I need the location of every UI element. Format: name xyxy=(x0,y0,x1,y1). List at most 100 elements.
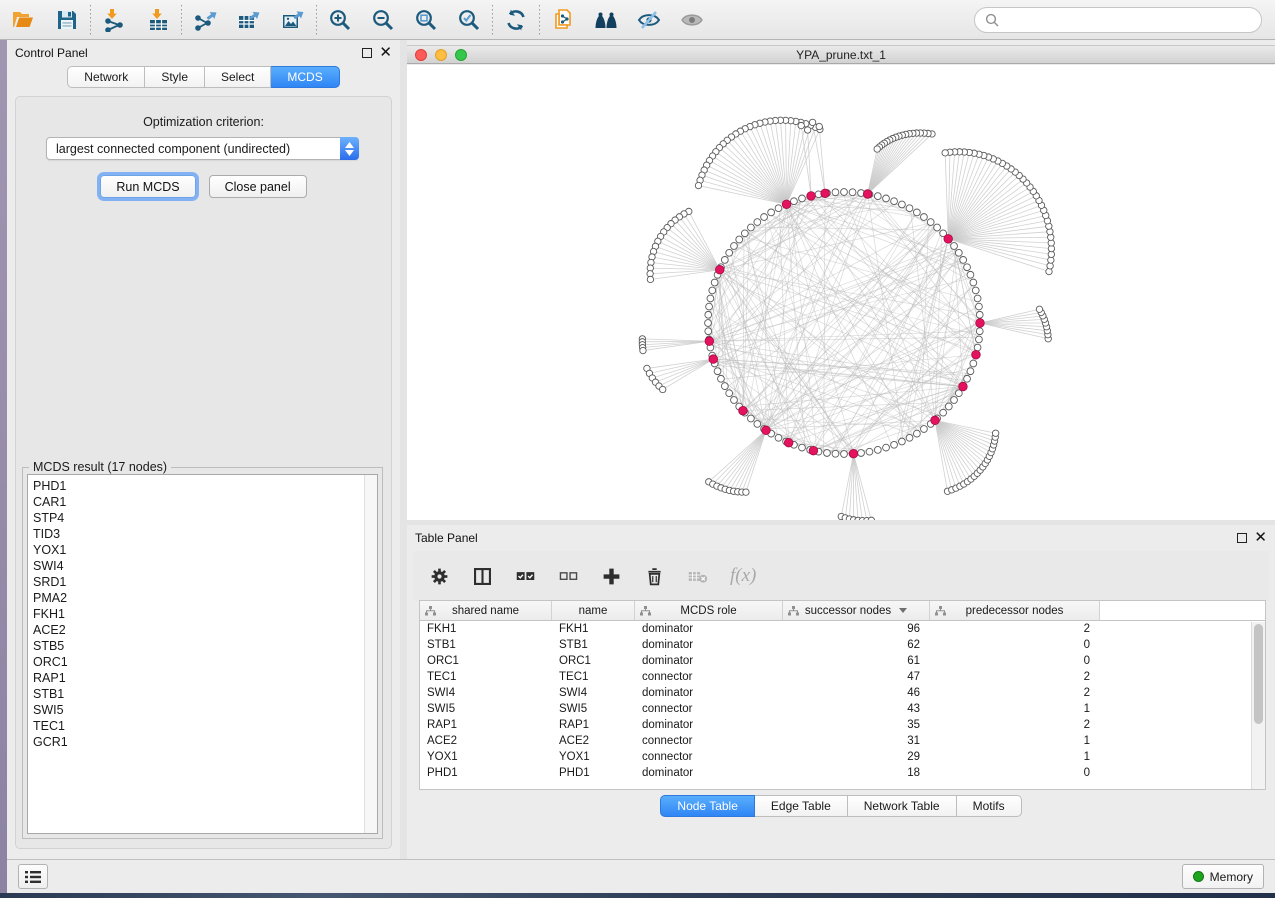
close-table-panel-icon[interactable]: ✕ xyxy=(1254,533,1267,543)
table-scrollbar-thumb[interactable] xyxy=(1254,624,1263,724)
optimization-select[interactable]: largest connected component (undirected) xyxy=(46,137,359,160)
tab-node-table[interactable]: Node Table xyxy=(660,795,755,817)
table-cell[interactable]: dominator xyxy=(635,765,783,781)
search-input[interactable] xyxy=(1005,13,1251,27)
mcds-result-item[interactable]: ACE2 xyxy=(33,622,377,638)
mcds-result-item[interactable]: FKH1 xyxy=(33,606,377,622)
table-cell[interactable]: RAP1 xyxy=(420,717,552,733)
mcds-result-item[interactable]: ORC1 xyxy=(33,654,377,670)
table-cell[interactable]: SWI5 xyxy=(420,701,552,717)
table-cell[interactable]: 0 xyxy=(930,637,1100,653)
tab-style[interactable]: Style xyxy=(145,66,205,88)
mcds-result-item[interactable]: TID3 xyxy=(33,526,377,542)
table-cell[interactable]: dominator xyxy=(635,621,783,637)
table-cell[interactable]: TEC1 xyxy=(552,669,635,685)
mcds-result-item[interactable]: GCR1 xyxy=(33,734,377,750)
table-row[interactable]: ORC1ORC1dominator610 xyxy=(420,653,1265,669)
mcds-result-item[interactable]: CAR1 xyxy=(33,494,377,510)
table-row[interactable]: RAP1RAP1dominator352 xyxy=(420,717,1265,733)
table-cell[interactable]: 0 xyxy=(930,653,1100,669)
float-panel-icon[interactable] xyxy=(362,48,372,58)
table-cell[interactable]: TEC1 xyxy=(420,669,552,685)
table-row[interactable]: SWI4SWI4dominator462 xyxy=(420,685,1265,701)
refresh-icon[interactable] xyxy=(499,4,533,36)
mcds-result-item[interactable]: STB1 xyxy=(33,686,377,702)
run-mcds-button[interactable]: Run MCDS xyxy=(100,175,195,198)
table-cell[interactable]: 31 xyxy=(783,733,930,749)
save-session-icon[interactable] xyxy=(50,4,84,36)
network-canvas[interactable] xyxy=(407,65,1275,520)
table-cell[interactable]: SWI4 xyxy=(552,685,635,701)
table-cell[interactable]: PHD1 xyxy=(552,765,635,781)
tab-select[interactable]: Select xyxy=(205,66,271,88)
column-header-name[interactable]: name xyxy=(552,601,635,621)
zoom-in-icon[interactable] xyxy=(323,4,357,36)
search-field[interactable] xyxy=(974,7,1262,33)
show-columns-icon[interactable] xyxy=(472,566,493,587)
tab-network[interactable]: Network xyxy=(67,66,145,88)
table-cell[interactable]: SWI5 xyxy=(552,701,635,717)
mcds-result-item[interactable]: STB5 xyxy=(33,638,377,654)
table-cell[interactable]: connector xyxy=(635,701,783,717)
network-window-titlebar[interactable]: YPA_prune.txt_1 xyxy=(407,45,1275,64)
delete-column-icon[interactable] xyxy=(644,566,665,587)
table-cell[interactable]: 96 xyxy=(783,621,930,637)
table-cell[interactable]: 47 xyxy=(783,669,930,685)
mcds-result-item[interactable]: PMA2 xyxy=(33,590,377,606)
table-cell[interactable]: RAP1 xyxy=(552,717,635,733)
table-cell[interactable]: 2 xyxy=(930,717,1100,733)
memory-button[interactable]: Memory xyxy=(1182,864,1264,889)
table-cell[interactable]: STB1 xyxy=(420,637,552,653)
first-neighbors-icon[interactable] xyxy=(589,4,623,36)
table-cell[interactable]: 1 xyxy=(930,749,1100,765)
table-cell[interactable]: dominator xyxy=(635,717,783,733)
table-cell[interactable]: connector xyxy=(635,749,783,765)
open-file-icon[interactable] xyxy=(6,4,40,36)
table-cell[interactable]: ACE2 xyxy=(420,733,552,749)
table-cell[interactable]: 2 xyxy=(930,621,1100,637)
table-cell[interactable]: ACE2 xyxy=(552,733,635,749)
table-cell[interactable]: ORC1 xyxy=(552,653,635,669)
close-panel-icon[interactable]: ✕ xyxy=(379,48,392,58)
table-cell[interactable]: 46 xyxy=(783,685,930,701)
zoom-fit-icon[interactable] xyxy=(409,4,443,36)
mcds-result-item[interactable]: STP4 xyxy=(33,510,377,526)
table-cell[interactable]: dominator xyxy=(635,637,783,653)
vertical-splitter[interactable] xyxy=(400,40,407,859)
import-table-icon[interactable] xyxy=(141,4,175,36)
table-cell[interactable]: 62 xyxy=(783,637,930,653)
table-cell[interactable]: 1 xyxy=(930,701,1100,717)
table-cell[interactable]: 35 xyxy=(783,717,930,733)
mcds-result-item[interactable]: SWI4 xyxy=(33,558,377,574)
table-cell[interactable]: ORC1 xyxy=(420,653,552,669)
export-table-icon[interactable] xyxy=(232,4,266,36)
table-cell[interactable]: FKH1 xyxy=(420,621,552,637)
table-cell[interactable]: dominator xyxy=(635,653,783,669)
table-cell[interactable]: SWI4 xyxy=(420,685,552,701)
select-all-icon[interactable] xyxy=(515,566,536,587)
table-cell[interactable]: STB1 xyxy=(552,637,635,653)
table-cell[interactable]: dominator xyxy=(635,685,783,701)
table-cell[interactable]: connector xyxy=(635,669,783,685)
clone-network-icon[interactable] xyxy=(546,4,580,36)
table-cell[interactable]: 61 xyxy=(783,653,930,669)
table-settings-icon[interactable] xyxy=(429,566,450,587)
mcds-result-item[interactable]: PHD1 xyxy=(33,478,377,494)
column-header-shared-name[interactable]: shared name xyxy=(420,601,552,621)
mcds-result-item[interactable]: TEC1 xyxy=(33,718,377,734)
table-cell[interactable]: 1 xyxy=(930,733,1100,749)
tab-mcds[interactable]: MCDS xyxy=(271,66,339,88)
list-scrollbar[interactable] xyxy=(364,475,377,833)
table-row[interactable]: TEC1TEC1connector472 xyxy=(420,669,1265,685)
mcds-result-item[interactable]: SWI5 xyxy=(33,702,377,718)
close-panel-button[interactable]: Close panel xyxy=(209,175,307,198)
table-cell[interactable]: connector xyxy=(635,733,783,749)
table-cell[interactable]: YOX1 xyxy=(420,749,552,765)
task-history-button[interactable] xyxy=(18,864,48,889)
table-row[interactable]: ACE2ACE2connector311 xyxy=(420,733,1265,749)
import-network-icon[interactable] xyxy=(97,4,131,36)
zoom-selected-icon[interactable] xyxy=(452,4,486,36)
mcds-result-item[interactable]: YOX1 xyxy=(33,542,377,558)
export-image-icon[interactable] xyxy=(276,4,310,36)
tab-network-table[interactable]: Network Table xyxy=(848,795,957,817)
